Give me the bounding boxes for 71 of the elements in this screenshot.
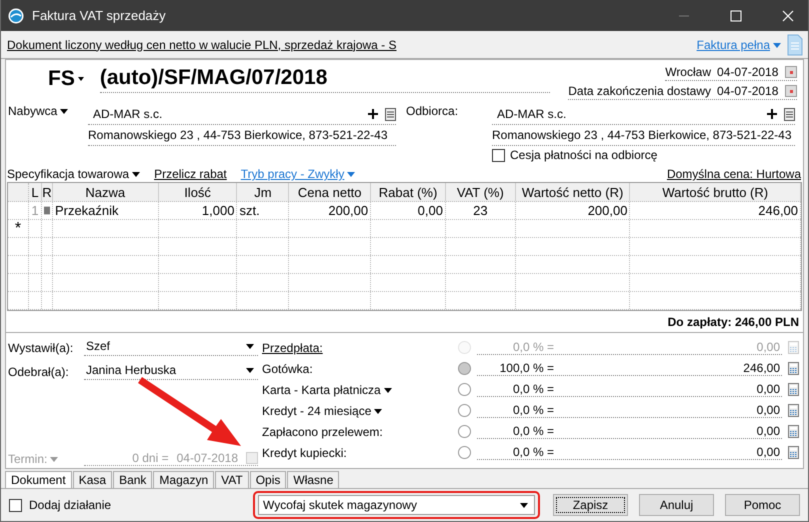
buyer-name-field[interactable]: AD-MAR s.c. [93, 107, 361, 121]
add-action-label: Dodaj działanie [29, 498, 112, 512]
column-header[interactable]: Ilość [158, 183, 238, 201]
column-header[interactable]: Rabat (%) [371, 183, 446, 201]
column-header[interactable]: Wartość netto (R) [516, 183, 630, 201]
table-cell: 200,00 [588, 203, 628, 218]
delivery-date-field[interactable]: 04-07-2018 [717, 84, 779, 98]
table-cell: 1,000 [202, 203, 234, 218]
column-header[interactable]: Cena netto [289, 183, 372, 201]
new-row-marker: * [14, 220, 22, 238]
payment-method-dropdown[interactable]: Karta - Karta płatnicza [262, 382, 452, 396]
tab[interactable]: VAT [215, 471, 249, 488]
dialog-button[interactable]: Pomoc [725, 494, 800, 516]
column-header[interactable]: Jm [237, 183, 290, 201]
tab[interactable]: Opis [250, 471, 286, 488]
percent-field[interactable]: 0,0 % = [479, 403, 554, 417]
place-label: Wrocław [665, 64, 711, 79]
pricing-info-link[interactable]: Dokument liczony według cen netto w walucie PLN, sprzedaż krajowa - S [7, 38, 397, 52]
table-cell: 0,00 [418, 203, 443, 218]
table-cell: 246,00 [758, 203, 798, 218]
specification-dropdown[interactable]: Specyfikacja towarowa [7, 167, 140, 181]
tab[interactable]: Własne [287, 471, 340, 488]
percent-field[interactable]: 0,0 % = [479, 424, 554, 438]
recipient-address-field[interactable]: Romanowskiego 23 , 44-753 Bierkowice, 873-521-22-43 [492, 125, 795, 146]
table-cell: 23 [473, 203, 488, 218]
person-label: Odebrał(a): [8, 364, 70, 378]
payment-method-dropdown[interactable]: Kredyt - 24 miesiące [262, 404, 452, 418]
percent-field[interactable]: 0,0 % = [479, 382, 554, 396]
recipient-label: Odbiorca: [406, 104, 460, 120]
window-title: Faktura VAT sprzedaży [32, 8, 166, 23]
amount-field[interactable]: 0,00 [756, 403, 780, 417]
column-header[interactable]: Nazwa [52, 183, 159, 201]
column-header[interactable]: Wartość brutto (R) [630, 183, 802, 201]
tab[interactable]: Bank [113, 471, 152, 488]
tab[interactable]: Magazyn [153, 471, 214, 488]
column-header[interactable]: VAT (%) [446, 183, 516, 201]
table-cell: Przekaźnik [54, 203, 119, 218]
table-cell: szt. [239, 203, 260, 218]
recalc-discount-link[interactable]: Przelicz rabat [154, 167, 227, 181]
recipient-name-field[interactable]: AD-MAR s.c. [497, 107, 760, 121]
table-cell: 1 [31, 203, 39, 218]
amount-field[interactable]: 246,00 [743, 361, 780, 375]
issue-date-field[interactable]: 04-07-2018 [717, 64, 779, 79]
document-number: (auto)/SF/MAG/07/2018 [100, 64, 550, 93]
dialog-button[interactable]: Anuluj [639, 494, 714, 516]
buyer-address-field[interactable]: Romanowskiego 23 , 44-753 Bierkowice, 873-521-22-43 [88, 125, 396, 146]
tab[interactable]: Dokument [5, 471, 72, 488]
payment-label: Gotówka: [262, 362, 314, 376]
payment-label: Zapłacono przelewem: [262, 424, 384, 438]
default-price-link[interactable]: Domyślna cena: Hurtowa [666, 167, 801, 181]
column-header[interactable]: R [42, 183, 53, 201]
buyer-dropdown[interactable]: Nabywca [8, 104, 88, 164]
column-header[interactable]: L [28, 183, 42, 201]
delivery-date-label: Data zakończenia dostawy [568, 84, 711, 98]
cession-label: Cesja płatności na odbiorcę [510, 148, 658, 162]
amount-field[interactable]: 0,00 [756, 382, 780, 396]
invoice-mode-link[interactable]: Faktura pełna [696, 38, 781, 52]
amount-field[interactable]: 0,00 [756, 445, 780, 459]
percent-field[interactable]: 100,0 % = [479, 361, 554, 375]
work-mode-link[interactable]: Tryb pracy - Zwykły [240, 167, 356, 181]
tab[interactable]: Kasa [72, 471, 112, 488]
person-label: Wystawił(a): [8, 340, 74, 354]
table-cell: 200,00 [328, 203, 368, 218]
payment-label: Kredyt kupiecki: [262, 446, 348, 460]
dialog-button[interactable]: Zapisz [553, 494, 628, 516]
total-due: Do zapłaty: 246,00 PLN [668, 315, 799, 329]
amount-field[interactable]: 0,00 [756, 424, 780, 438]
percent-field[interactable]: 0,0 % = [479, 445, 554, 459]
document-type-dropdown[interactable]: FS [48, 66, 84, 90]
person-dropdown[interactable]: Szef [84, 339, 258, 356]
action-dropdown[interactable]: Wycofaj skutek magazynowy [258, 495, 535, 515]
